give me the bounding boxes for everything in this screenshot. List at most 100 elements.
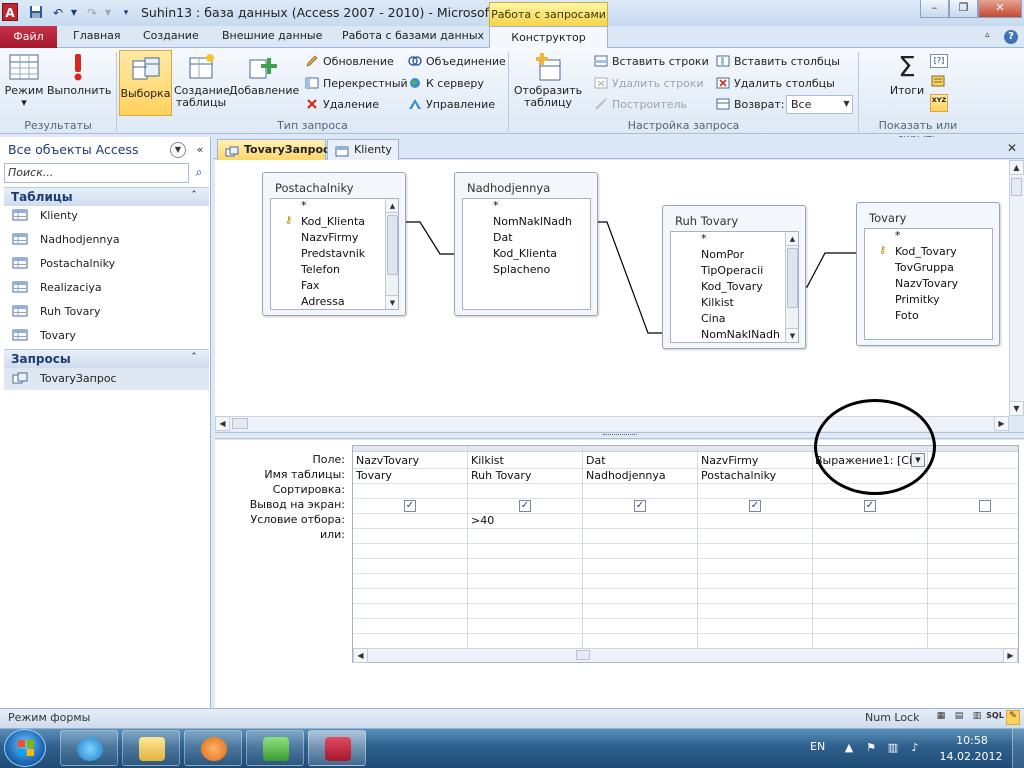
- field-item[interactable]: Telefon: [301, 263, 340, 276]
- nav-pane-header[interactable]: Все объекты Access: [2, 139, 188, 161]
- grid-cell-field[interactable]: Dat: [586, 454, 606, 467]
- clock-time[interactable]: 10:58: [942, 734, 1002, 747]
- field-item[interactable]: Kod_Klienta: [301, 215, 365, 228]
- pass-through-query-button[interactable]: К серверу: [408, 75, 484, 92]
- field-item[interactable]: NomNaklNadh: [493, 215, 572, 228]
- undo-icon[interactable]: ↶: [50, 5, 66, 21]
- field-item[interactable]: Kilkist: [701, 296, 734, 309]
- clock-date[interactable]: 14.02.2012: [936, 750, 1006, 763]
- taskbar-messenger[interactable]: [246, 730, 304, 766]
- field-item[interactable]: Fax: [301, 279, 320, 292]
- design-view-icon[interactable]: ✎: [1006, 710, 1020, 725]
- field-item[interactable]: Adressa: [301, 295, 345, 308]
- show-desktop-button[interactable]: [1012, 729, 1024, 768]
- doctab-tovaryzapros[interactable]: TovaryЗапрос: [217, 139, 330, 160]
- field-item[interactable]: *: [895, 229, 901, 242]
- scroll-thumb[interactable]: [232, 418, 248, 429]
- minimize-ribbon-icon[interactable]: ▵: [985, 30, 990, 40]
- scroll-thumb[interactable]: [387, 215, 398, 275]
- tab-home[interactable]: Главная: [73, 29, 121, 42]
- column-selector[interactable]: [353, 446, 467, 452]
- grid-cell-table[interactable]: Nadhodjennya: [586, 469, 666, 482]
- show-hidden-icons-icon[interactable]: ▲: [842, 741, 856, 755]
- delete-columns-button[interactable]: Удалить столбцы: [716, 75, 835, 92]
- tab-design[interactable]: Конструктор: [489, 26, 608, 49]
- field-item[interactable]: NazvTovary: [895, 277, 958, 290]
- grid-cell-field[interactable]: NazvTovary: [356, 454, 419, 467]
- grid-column[interactable]: Dat Nadhodjennya ✓: [583, 446, 698, 651]
- nav-group-tables[interactable]: Таблицы: [4, 187, 209, 206]
- field-item[interactable]: Cina: [701, 312, 725, 325]
- customize-qat-icon[interactable]: ▾: [118, 5, 134, 21]
- insert-columns-button[interactable]: Вставить столбцы: [716, 53, 840, 70]
- pivot-table-view-icon[interactable]: ▤: [952, 711, 966, 724]
- access-app-icon[interactable]: A: [2, 3, 18, 21]
- field-item[interactable]: Splacheno: [493, 263, 550, 276]
- field-item[interactable]: *: [493, 199, 499, 212]
- save-icon[interactable]: [28, 5, 44, 21]
- field-item[interactable]: TipOperacii: [701, 264, 763, 277]
- undo-dropdown-icon[interactable]: ▼: [66, 5, 82, 21]
- field-item[interactable]: *: [301, 199, 307, 212]
- chevron-down-icon[interactable]: ▼: [840, 95, 853, 114]
- scroll-down-icon[interactable]: ▼: [786, 328, 798, 342]
- column-selector[interactable]: [698, 446, 812, 452]
- insert-rows-button[interactable]: Вставить строки: [594, 53, 709, 70]
- update-query-button[interactable]: Обновление: [305, 53, 394, 70]
- field-item[interactable]: Primitky: [895, 293, 940, 306]
- grid-cell-field[interactable]: NazvFirmy: [701, 454, 758, 467]
- column-selector[interactable]: [928, 446, 1018, 452]
- parameters-button[interactable]: [?]: [930, 54, 948, 68]
- network-icon[interactable]: ▥: [886, 741, 900, 755]
- taskbar-access[interactable]: [308, 730, 366, 766]
- taskbar-media-player[interactable]: [184, 730, 242, 766]
- scroll-up-icon[interactable]: ▲: [786, 232, 798, 246]
- collapse-up-icon[interactable]: ⌃: [186, 352, 202, 362]
- grid-cell-table[interactable]: Tovary: [356, 469, 392, 482]
- tab-external-data[interactable]: Внешние данные: [222, 29, 322, 42]
- field-item[interactable]: Foto: [895, 309, 919, 322]
- show-checkbox[interactable]: ✓: [864, 500, 876, 512]
- field-list-scrollbar[interactable]: ▲ ▼: [385, 199, 398, 309]
- scroll-up-icon[interactable]: ▲: [386, 199, 398, 213]
- scroll-down-icon[interactable]: ▼: [386, 295, 398, 309]
- show-checkbox[interactable]: ✓: [634, 500, 646, 512]
- grid-cell-field[interactable]: Kilkist: [471, 454, 504, 467]
- field-item[interactable]: Dat: [493, 231, 513, 244]
- close-button[interactable]: ✕: [978, 0, 1022, 18]
- nav-table-realizaciya[interactable]: Realizaciya: [12, 277, 102, 299]
- scroll-thumb[interactable]: [787, 248, 798, 308]
- nav-table-ruh-tovary[interactable]: Ruh Tovary: [12, 301, 100, 323]
- field-list-postachalniky[interactable]: Postachalniky * ⚷ Kod_Klienta NazvFirmy …: [262, 172, 406, 316]
- nav-table-postachalniky[interactable]: Postachalniky: [12, 253, 115, 275]
- scroll-up-icon[interactable]: ▲: [1009, 160, 1024, 175]
- tab-database-tools[interactable]: Работа с базами данных: [342, 29, 484, 42]
- field-item[interactable]: NomPor: [701, 248, 744, 261]
- nav-query-tovaryzapros[interactable]: TovaryЗапрос: [12, 368, 117, 390]
- nav-table-klienty[interactable]: Klienty: [12, 205, 78, 227]
- taskbar-explorer[interactable]: [122, 730, 180, 766]
- pivot-chart-view-icon[interactable]: ▥: [970, 711, 984, 724]
- field-list-tovary[interactable]: Tovary * ⚷ Kod_Tovary TovGruppa NazvTova…: [856, 202, 1000, 346]
- collapse-pane-icon[interactable]: «: [191, 142, 209, 158]
- scroll-right-icon[interactable]: ▶: [994, 416, 1009, 431]
- doctab-klienty[interactable]: Klienty: [327, 139, 399, 160]
- show-checkbox[interactable]: [979, 500, 991, 512]
- chevron-down-icon[interactable]: ▼: [170, 142, 186, 158]
- grid-column[interactable]: [928, 446, 1018, 651]
- close-icon[interactable]: ✕: [1004, 141, 1020, 157]
- scroll-left-icon[interactable]: ◀: [215, 416, 230, 431]
- delete-query-button[interactable]: Удаление: [305, 96, 379, 113]
- crosstab-query-button[interactable]: Перекрестный: [305, 75, 408, 92]
- append-query-button[interactable]: Добавление: [229, 52, 299, 97]
- grid-cell-table[interactable]: Postachalniky: [701, 469, 776, 482]
- table-names-button[interactable]: XYZ: [930, 94, 948, 112]
- restore-button[interactable]: ❐: [949, 0, 978, 18]
- splitter-grip[interactable]: [603, 434, 637, 437]
- show-checkbox[interactable]: ✓: [519, 500, 531, 512]
- grid-column[interactable]: Kilkist Ruh Tovary ✓ >40: [468, 446, 583, 651]
- minimize-button[interactable]: –: [920, 0, 949, 18]
- nav-group-queries[interactable]: Запросы: [4, 349, 209, 368]
- column-selector[interactable]: [468, 446, 582, 452]
- search-icon[interactable]: ⌕: [190, 163, 208, 183]
